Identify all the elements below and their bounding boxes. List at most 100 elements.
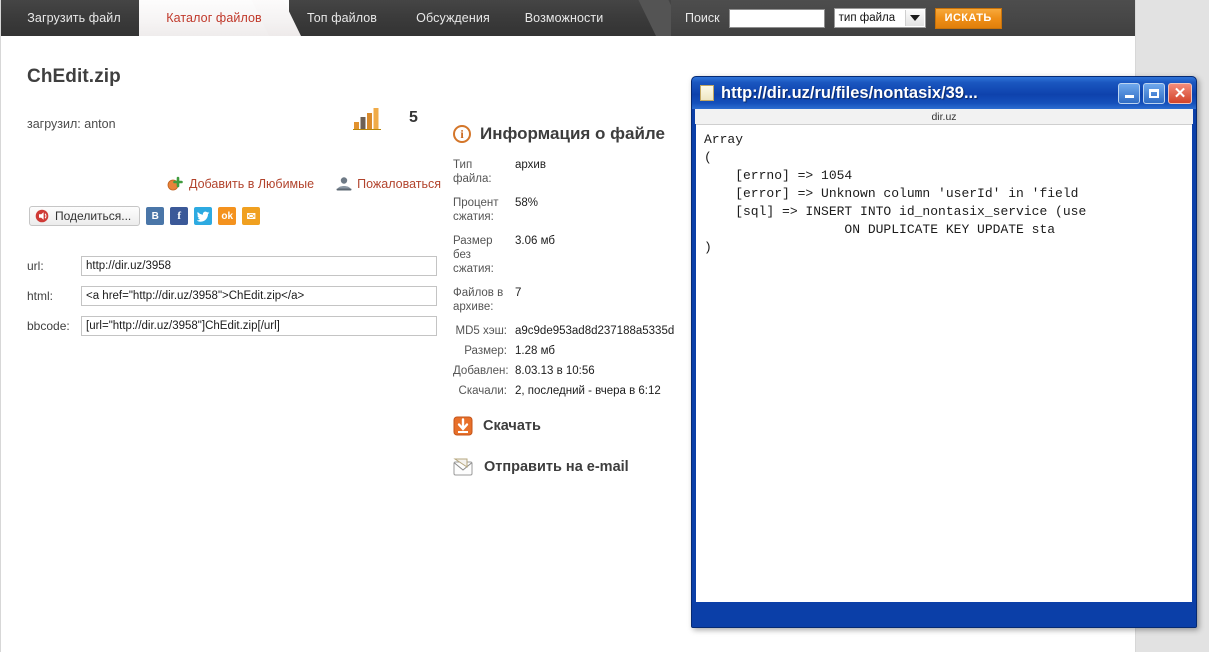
info-row-downloads: Скачали: 2, последний - вчера в 6:12 <box>453 384 703 398</box>
top-navigation-bar: Загрузить файл Каталог файлов Топ файлов… <box>1 0 1135 36</box>
social-odnoklassniki-button[interactable]: ok <box>218 207 237 225</box>
social-facebook-button[interactable]: f <box>170 207 189 225</box>
info-key: Скачали: <box>458 385 507 397</box>
page-title: ChEdit.zip <box>27 66 121 87</box>
info-value: 3.06 мб <box>515 235 555 247</box>
action-row: Добавить в Любимые Пожаловаться <box>167 176 441 191</box>
bbcode-input[interactable] <box>81 316 437 336</box>
tab-label: Возможности <box>524 11 604 25</box>
mail-envelope-icon <box>453 458 474 476</box>
search-submit-button[interactable]: ИСКАТЬ <box>934 7 1002 29</box>
info-row-md5: MD5 хэш: a9c9de953ad8d237188a5335d <box>453 324 703 338</box>
tab-upload-file[interactable]: Загрузить файл <box>9 0 139 36</box>
tab-discussions[interactable]: Обсуждения <box>397 0 509 36</box>
tab-features[interactable]: Возможности <box>509 0 619 36</box>
info-key: Тип файла: <box>453 159 492 185</box>
tab-file-catalog[interactable]: Каталог файлов <box>141 0 287 36</box>
url-input[interactable] <box>81 256 437 276</box>
html-input[interactable] <box>81 286 437 306</box>
window-subtitle-bar: dir.uz <box>692 109 1196 124</box>
info-row-compression: Процент сжатия: 58% <box>453 196 703 224</box>
share-row: Поделиться... B f ok ✉ <box>29 206 261 226</box>
stat-count: 5 <box>409 109 418 126</box>
file-info-heading-label: Информация о файле <box>480 124 665 143</box>
social-glyph: B <box>151 210 159 222</box>
social-vk-button[interactable]: B <box>146 207 165 225</box>
info-key: Файлов в архиве: <box>453 287 504 313</box>
window-bottom-edge <box>692 621 1196 627</box>
file-info-panel: i Информация о файле Тип файла: архив Пр… <box>453 124 703 498</box>
send-email-label: Отправить на e-mail <box>484 459 629 475</box>
info-row-size: Размер: 1.28 мб <box>453 344 703 358</box>
document-icon <box>700 85 714 101</box>
search-button-label: ИСКАТЬ <box>944 12 992 24</box>
share-button[interactable]: Поделиться... <box>29 206 141 226</box>
add-to-favorites-label: Добавить в Любимые <box>189 176 315 191</box>
tab-label: Обсуждения <box>416 11 490 25</box>
info-actions: Скачать Отправить на e-mail <box>453 416 703 476</box>
search-input[interactable] <box>728 8 825 28</box>
info-value: архив <box>515 159 546 171</box>
tab-label: Каталог файлов <box>166 11 262 25</box>
close-icon[interactable]: ✕ <box>1168 82 1192 104</box>
info-row-files-count: Файлов в архиве: 7 <box>453 286 703 314</box>
info-row-added: Добавлен: 8.03.13 в 10:56 <box>453 364 703 378</box>
info-value: 8.03.13 в 10:56 <box>515 365 595 377</box>
social-twitter-button[interactable] <box>194 207 213 225</box>
info-value: 1.28 мб <box>515 345 555 357</box>
search-zone: Поиск тип файла ИСКАТЬ <box>671 0 1135 36</box>
link-fields: url: html: bbcode: <box>27 254 437 344</box>
popup-window[interactable]: http://dir.uz/ru/files/nontasix/39... ✕ … <box>691 76 1197 628</box>
tab-top-files[interactable]: Топ файлов <box>289 0 395 36</box>
twitter-bird-icon <box>196 211 210 222</box>
complain-label: Пожаловаться <box>357 176 442 191</box>
download-label: Скачать <box>483 418 541 434</box>
filetype-selected-label: тип файла <box>838 12 896 24</box>
link-row-html: html: <box>27 284 437 308</box>
social-glyph: ok <box>221 210 234 222</box>
info-key: Добавлен: <box>453 365 509 377</box>
info-value: 7 <box>515 287 522 299</box>
tab-label: Загрузить файл <box>27 11 121 25</box>
info-row-uncompressed-size: Размер без сжатия: 3.06 мб <box>453 234 703 276</box>
share-button-label: Поделиться... <box>55 209 132 223</box>
info-value: 58% <box>515 197 539 209</box>
window-subtitle-label: dir.uz <box>931 110 957 123</box>
info-value: a9c9de953ad8d237188a5335d <box>515 325 675 337</box>
info-circle-icon: i <box>453 125 471 143</box>
link-label: html: <box>27 289 54 303</box>
info-row-filetype: Тип файла: архив <box>453 158 703 186</box>
uploader-info: загрузил: anton <box>27 117 116 131</box>
file-info-heading: i Информация о файле <box>453 124 703 144</box>
window-title: http://dir.uz/ru/files/nontasix/39... <box>721 83 978 102</box>
chevron-down-icon[interactable] <box>904 10 924 26</box>
add-to-favorites-button[interactable]: Добавить в Любимые <box>167 176 314 191</box>
send-email-button[interactable]: Отправить на e-mail <box>453 458 703 476</box>
info-key: MD5 хэш: <box>455 325 507 337</box>
complain-user-icon <box>336 176 352 191</box>
minimize-icon[interactable] <box>1118 82 1140 104</box>
add-favorite-icon <box>167 176 184 191</box>
info-key: Процент сжатия: <box>453 197 499 223</box>
share-loud-icon <box>35 209 50 223</box>
download-arrow-icon <box>453 416 473 436</box>
social-glyph: f <box>177 210 182 222</box>
link-row-bbcode: bbcode: <box>27 314 437 338</box>
complain-button[interactable]: Пожаловаться <box>336 176 441 191</box>
window-titlebar[interactable]: http://dir.uz/ru/files/nontasix/39... ✕ <box>692 77 1196 109</box>
stat-block: 5 <box>353 106 418 130</box>
info-key: Размер без сжатия: <box>453 235 494 275</box>
link-label: url: <box>27 259 44 273</box>
link-row-url: url: <box>27 254 437 278</box>
info-value: 2, последний - вчера в 6:12 <box>515 385 661 397</box>
social-email-button[interactable]: ✉ <box>242 207 261 225</box>
bar-chart-icon <box>353 106 383 130</box>
maximize-icon[interactable] <box>1143 82 1165 104</box>
filetype-select[interactable]: тип файла <box>833 8 926 28</box>
link-label: bbcode: <box>27 319 70 333</box>
error-dump-text: Array ( [errno] => 1054 [error] => Unkno… <box>704 132 1087 255</box>
search-label: Поиск <box>685 11 720 25</box>
download-button[interactable]: Скачать <box>453 416 703 436</box>
info-key: Размер: <box>464 345 507 357</box>
window-content-area[interactable]: Array ( [errno] => 1054 [error] => Unkno… <box>696 124 1192 602</box>
